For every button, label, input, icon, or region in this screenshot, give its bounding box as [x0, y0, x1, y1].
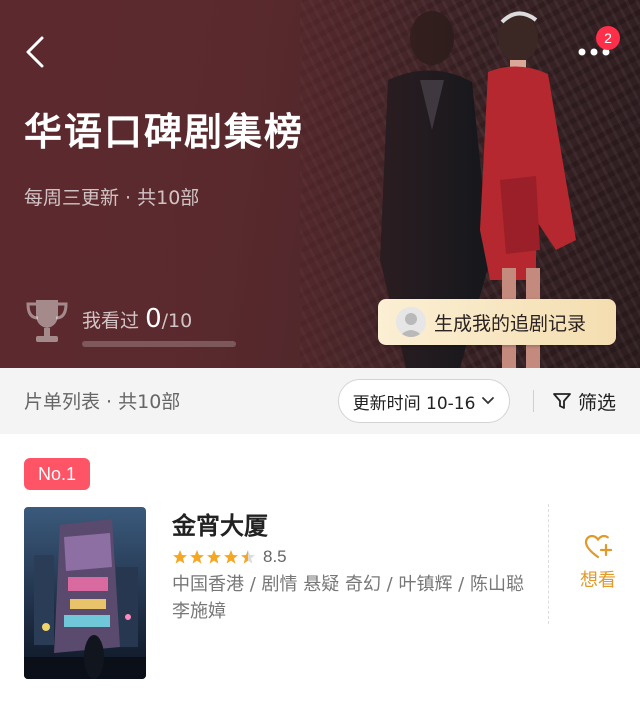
star-full-icon	[224, 550, 238, 564]
star-full-icon	[190, 550, 204, 564]
page-title: 华语口碑剧集榜	[24, 110, 305, 154]
rating-row: 8.5	[172, 547, 287, 567]
filter-button[interactable]: 筛选	[552, 386, 616, 416]
sort-dropdown[interactable]: 更新时间 10-16	[338, 379, 510, 423]
hero-banner: 2 华语口碑剧集榜 每周三更新 · 共10部 我看过 0/10 生成我的追剧记录	[0, 0, 640, 368]
watched-progress-bar	[82, 341, 236, 347]
chevron-down-icon	[482, 397, 495, 405]
list-header: 片单列表 · 共10部 更新时间 10-16 筛选	[0, 368, 640, 434]
watched-progress-text: 我看过 0/10	[82, 305, 192, 335]
list-count: 片单列表 · 共10部	[24, 391, 181, 413]
notification-badge: 2	[596, 26, 620, 50]
divider	[533, 390, 534, 412]
list-item[interactable]: No.1 金宵大厦 8.5 中国香港 / 剧情 悬疑 奇幻 / 叶镇辉 / 陈山…	[0, 434, 640, 709]
watched-total: /10	[161, 310, 193, 332]
item-title[interactable]: 金宵大厦	[172, 506, 268, 541]
generate-record-button[interactable]: 生成我的追剧记录	[378, 299, 616, 345]
star-full-icon	[173, 550, 187, 564]
star-full-icon	[207, 550, 221, 564]
back-button[interactable]	[22, 34, 48, 70]
star-rating	[172, 549, 257, 565]
user-avatar-icon	[396, 307, 426, 337]
watched-label: 我看过	[82, 310, 140, 332]
star-half-icon	[241, 550, 255, 564]
funnel-icon	[553, 393, 571, 409]
update-info: 每周三更新 · 共10部	[24, 187, 200, 209]
item-meta: 中国香港 / 剧情 悬疑 奇幻 / 叶镇辉 / 陈山聪 李施嫜	[172, 574, 524, 622]
heart-plus-icon	[584, 534, 612, 559]
want-label: 想看	[580, 570, 616, 591]
rating-score: 8.5	[263, 547, 287, 566]
sort-label: 更新时间 10-16	[352, 393, 476, 414]
poster-image[interactable]	[24, 507, 146, 679]
divider	[548, 504, 549, 624]
back-chevron-icon	[26, 36, 44, 68]
watched-count: 0	[145, 304, 162, 334]
generate-record-label: 生成我的追剧记录	[434, 312, 587, 335]
filter-label: 筛选	[578, 391, 617, 414]
rank-badge: No.1	[24, 458, 90, 490]
trophy-icon	[26, 300, 68, 342]
want-to-watch-button[interactable]: 想看	[556, 534, 640, 598]
